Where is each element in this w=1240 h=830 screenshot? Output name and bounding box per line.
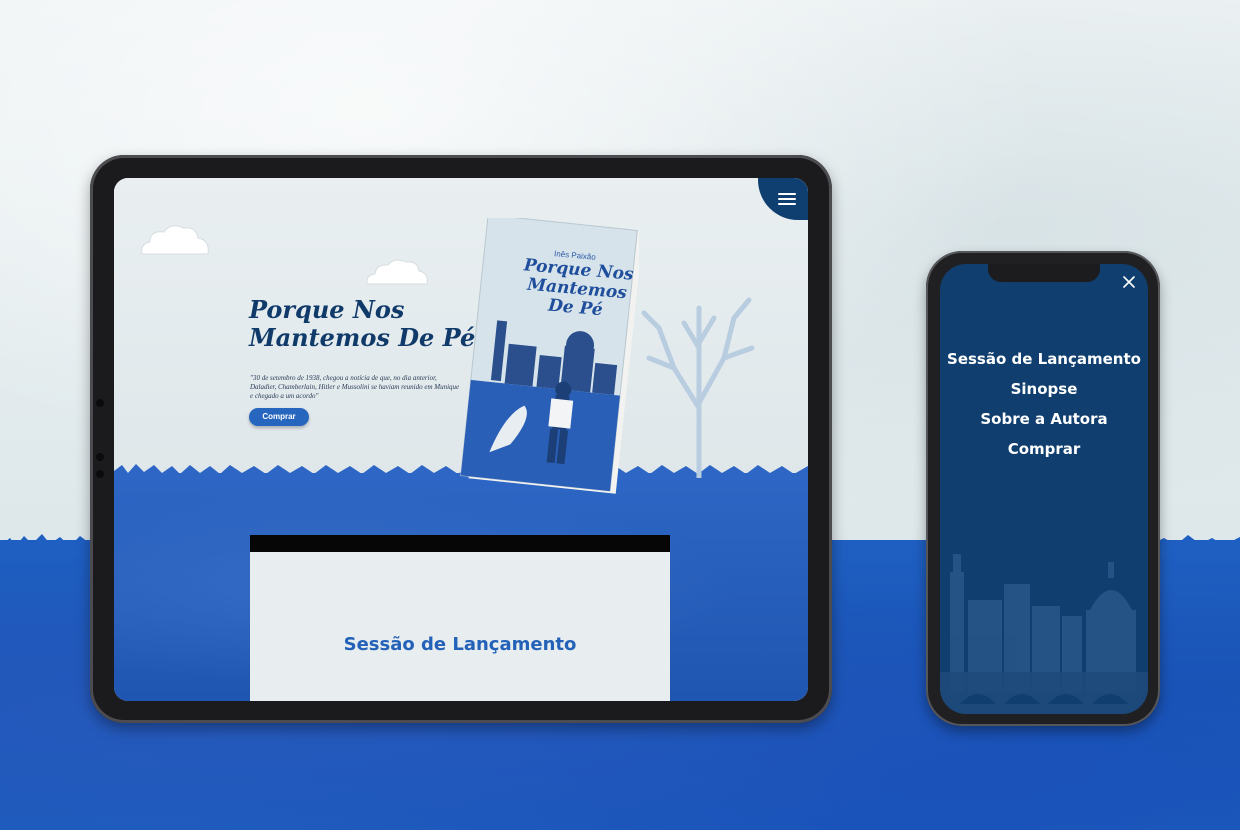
tablet-camera-dot — [96, 399, 104, 407]
buy-button[interactable]: Comprar — [249, 408, 309, 426]
cloud-icon — [366, 259, 428, 285]
close-icon[interactable] — [1122, 275, 1136, 289]
phone-screen: Sessão de Lançamento Sinopse Sobre a Aut… — [940, 264, 1148, 714]
tablet-sensor-dot — [96, 453, 104, 461]
city-skyline-illustration — [940, 554, 1148, 714]
hero-title: Porque Nos Mantemos De Pé — [249, 295, 476, 352]
tablet-sensor-dot — [96, 470, 104, 478]
launch-section-panel: Sessão de Lançamento — [250, 535, 670, 701]
book-title: Porque Nos Mantemos De Pé — [523, 255, 635, 321]
cloud-icon — [141, 225, 209, 255]
menu-item-author[interactable]: Sobre a Autora — [940, 404, 1148, 434]
tree-illustration — [641, 297, 755, 478]
menu-item-buy[interactable]: Comprar — [940, 434, 1148, 464]
phone-menu: Sessão de Lançamento Sinopse Sobre a Aut… — [940, 344, 1148, 464]
menu-item-synopsis[interactable]: Sinopse — [940, 374, 1148, 404]
phone-notch — [988, 264, 1100, 282]
section-title: Sessão de Lançamento — [343, 634, 577, 655]
tablet-screen: Porque Nos Mantemos De Pé "30 de setembr… — [114, 178, 808, 701]
hero-quote: "30 de setembro de 1938, chegou a notíci… — [250, 374, 460, 400]
panel-top-bar — [250, 535, 670, 552]
menu-item-launch[interactable]: Sessão de Lançamento — [940, 344, 1148, 374]
hamburger-icon — [778, 192, 796, 206]
